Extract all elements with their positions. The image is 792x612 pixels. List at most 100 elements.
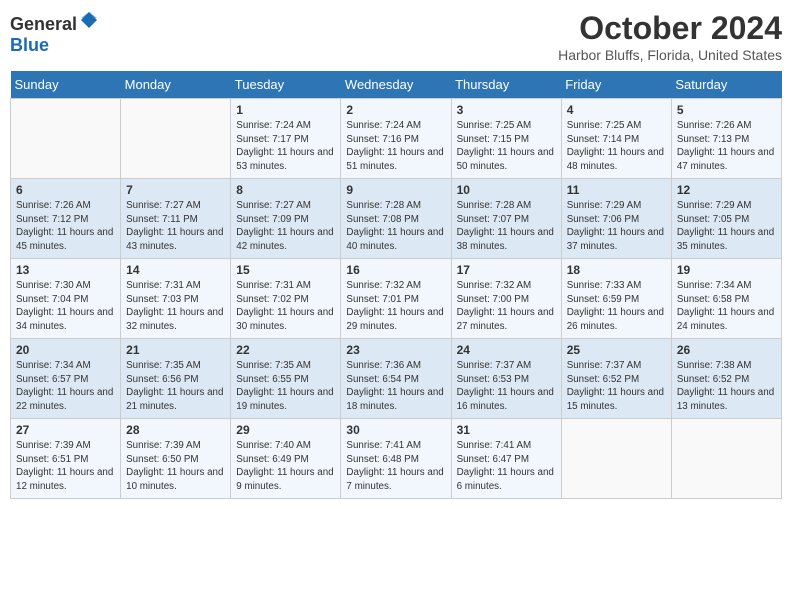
calendar-cell: 4 Sunrise: 7:25 AMSunset: 7:14 PMDaylight… bbox=[561, 99, 671, 179]
day-number: 1 bbox=[236, 103, 335, 117]
calendar-cell: 9 Sunrise: 7:28 AMSunset: 7:08 PMDaylight… bbox=[341, 179, 451, 259]
calendar-cell bbox=[121, 99, 231, 179]
calendar-cell: 10 Sunrise: 7:28 AMSunset: 7:07 PMDayligh… bbox=[451, 179, 561, 259]
day-header-monday: Monday bbox=[121, 71, 231, 99]
calendar-cell: 7 Sunrise: 7:27 AMSunset: 7:11 PMDaylight… bbox=[121, 179, 231, 259]
day-info: Sunrise: 7:31 AMSunset: 7:02 PMDaylight:… bbox=[236, 279, 335, 334]
day-info: Sunrise: 7:41 AMSunset: 6:47 PMDaylight:… bbox=[457, 439, 556, 494]
calendar-cell: 15 Sunrise: 7:31 AMSunset: 7:02 PMDayligh… bbox=[231, 259, 341, 339]
day-number: 26 bbox=[677, 343, 776, 357]
calendar-cell bbox=[11, 99, 121, 179]
calendar-week-row: 27 Sunrise: 7:39 AMSunset: 6:51 PMDayligh… bbox=[11, 419, 782, 499]
day-number: 12 bbox=[677, 183, 776, 197]
day-number: 8 bbox=[236, 183, 335, 197]
calendar-cell bbox=[671, 419, 781, 499]
day-number: 21 bbox=[126, 343, 225, 357]
day-number: 4 bbox=[567, 103, 666, 117]
calendar-cell: 31Sunrise: 7:41 AMSunset: 6:47 PMDayligh… bbox=[451, 419, 561, 499]
day-header-wednesday: Wednesday bbox=[341, 71, 451, 99]
day-number: 5 bbox=[677, 103, 776, 117]
day-header-saturday: Saturday bbox=[671, 71, 781, 99]
day-number: 9 bbox=[346, 183, 445, 197]
day-info: Sunrise: 7:26 AMSunset: 7:13 PMDaylight:… bbox=[677, 119, 776, 174]
calendar-header: SundayMondayTuesdayWednesdayThursdayFrid… bbox=[11, 71, 782, 99]
calendar-week-row: 6 Sunrise: 7:26 AMSunset: 7:12 PMDaylight… bbox=[11, 179, 782, 259]
day-number: 29 bbox=[236, 423, 335, 437]
calendar-cell: 8 Sunrise: 7:27 AMSunset: 7:09 PMDaylight… bbox=[231, 179, 341, 259]
calendar-cell: 2Sunrise: 7:24 AMSunset: 7:16 PMDaylight… bbox=[341, 99, 451, 179]
calendar-cell: 20Sunrise: 7:34 AMSunset: 6:57 PMDayligh… bbox=[11, 339, 121, 419]
day-info: Sunrise: 7:26 AMSunset: 7:12 PMDaylight:… bbox=[16, 199, 115, 254]
calendar-cell: 30 Sunrise: 7:41 AMSunset: 6:48 PMDayligh… bbox=[341, 419, 451, 499]
day-info: Sunrise: 7:24 AMSunset: 7:17 PMDaylight:… bbox=[236, 119, 335, 174]
day-number: 13 bbox=[16, 263, 115, 277]
page-header: General Blue October 2024 Harbor Bluffs,… bbox=[10, 10, 782, 63]
day-info: Sunrise: 7:30 AMSunset: 7:04 PMDaylight:… bbox=[16, 279, 115, 334]
day-info: Sunrise: 7:28 AMSunset: 7:08 PMDaylight:… bbox=[346, 199, 445, 254]
day-info: Sunrise: 7:25 AMSunset: 7:14 PMDaylight:… bbox=[567, 119, 666, 174]
day-number: 6 bbox=[16, 183, 115, 197]
logo-blue-text: Blue bbox=[10, 35, 49, 55]
day-info: Sunrise: 7:35 AMSunset: 6:55 PMDaylight:… bbox=[236, 359, 335, 414]
day-number: 24 bbox=[457, 343, 556, 357]
day-info: Sunrise: 7:33 AMSunset: 6:59 PMDaylight:… bbox=[567, 279, 666, 334]
day-number: 27 bbox=[16, 423, 115, 437]
calendar-cell: 27 Sunrise: 7:39 AMSunset: 6:51 PMDayligh… bbox=[11, 419, 121, 499]
day-info: Sunrise: 7:39 AMSunset: 6:51 PMDaylight:… bbox=[16, 439, 115, 494]
calendar-cell: 6 Sunrise: 7:26 AMSunset: 7:12 PMDaylight… bbox=[11, 179, 121, 259]
calendar-cell: 28Sunrise: 7:39 AMSunset: 6:50 PMDayligh… bbox=[121, 419, 231, 499]
calendar-cell: 25Sunrise: 7:37 AMSunset: 6:52 PMDayligh… bbox=[561, 339, 671, 419]
calendar-cell: 16Sunrise: 7:32 AMSunset: 7:01 PMDayligh… bbox=[341, 259, 451, 339]
calendar-cell: 11Sunrise: 7:29 AMSunset: 7:06 PMDayligh… bbox=[561, 179, 671, 259]
day-info: Sunrise: 7:28 AMSunset: 7:07 PMDaylight:… bbox=[457, 199, 556, 254]
day-number: 18 bbox=[567, 263, 666, 277]
logo-general-text: General bbox=[10, 14, 77, 34]
day-number: 22 bbox=[236, 343, 335, 357]
logo: General Blue bbox=[10, 10, 99, 56]
calendar-cell: 18 Sunrise: 7:33 AMSunset: 6:59 PMDayligh… bbox=[561, 259, 671, 339]
day-info: Sunrise: 7:40 AMSunset: 6:49 PMDaylight:… bbox=[236, 439, 335, 494]
calendar-cell: 17 Sunrise: 7:32 AMSunset: 7:00 PMDayligh… bbox=[451, 259, 561, 339]
day-number: 15 bbox=[236, 263, 335, 277]
day-number: 30 bbox=[346, 423, 445, 437]
day-number: 7 bbox=[126, 183, 225, 197]
day-info: Sunrise: 7:25 AMSunset: 7:15 PMDaylight:… bbox=[457, 119, 556, 174]
day-header-sunday: Sunday bbox=[11, 71, 121, 99]
day-number: 23 bbox=[346, 343, 445, 357]
day-header-friday: Friday bbox=[561, 71, 671, 99]
day-info: Sunrise: 7:36 AMSunset: 6:54 PMDaylight:… bbox=[346, 359, 445, 414]
day-number: 16 bbox=[346, 263, 445, 277]
day-info: Sunrise: 7:27 AMSunset: 7:11 PMDaylight:… bbox=[126, 199, 225, 254]
calendar-cell: 19Sunrise: 7:34 AMSunset: 6:58 PMDayligh… bbox=[671, 259, 781, 339]
calendar-cell: 12Sunrise: 7:29 AMSunset: 7:05 PMDayligh… bbox=[671, 179, 781, 259]
day-info: Sunrise: 7:37 AMSunset: 6:52 PMDaylight:… bbox=[567, 359, 666, 414]
calendar-cell: 23 Sunrise: 7:36 AMSunset: 6:54 PMDayligh… bbox=[341, 339, 451, 419]
day-info: Sunrise: 7:39 AMSunset: 6:50 PMDaylight:… bbox=[126, 439, 225, 494]
day-number: 11 bbox=[567, 183, 666, 197]
calendar-cell: 22 Sunrise: 7:35 AMSunset: 6:55 PMDayligh… bbox=[231, 339, 341, 419]
day-info: Sunrise: 7:41 AMSunset: 6:48 PMDaylight:… bbox=[346, 439, 445, 494]
calendar-week-row: 13 Sunrise: 7:30 AMSunset: 7:04 PMDayligh… bbox=[11, 259, 782, 339]
calendar-cell: 13 Sunrise: 7:30 AMSunset: 7:04 PMDayligh… bbox=[11, 259, 121, 339]
day-number: 10 bbox=[457, 183, 556, 197]
day-number: 17 bbox=[457, 263, 556, 277]
calendar-week-row: 20Sunrise: 7:34 AMSunset: 6:57 PMDayligh… bbox=[11, 339, 782, 419]
month-title: October 2024 bbox=[558, 10, 782, 47]
day-info: Sunrise: 7:32 AMSunset: 7:00 PMDaylight:… bbox=[457, 279, 556, 334]
day-info: Sunrise: 7:24 AMSunset: 7:16 PMDaylight:… bbox=[346, 119, 445, 174]
calendar-cell: 1 Sunrise: 7:24 AMSunset: 7:17 PMDaylight… bbox=[231, 99, 341, 179]
day-info: Sunrise: 7:27 AMSunset: 7:09 PMDaylight:… bbox=[236, 199, 335, 254]
calendar-cell: 26 Sunrise: 7:38 AMSunset: 6:52 PMDayligh… bbox=[671, 339, 781, 419]
calendar-cell bbox=[561, 419, 671, 499]
location-text: Harbor Bluffs, Florida, United States bbox=[558, 47, 782, 63]
calendar-cell: 14Sunrise: 7:31 AMSunset: 7:03 PMDayligh… bbox=[121, 259, 231, 339]
day-info: Sunrise: 7:34 AMSunset: 6:57 PMDaylight:… bbox=[16, 359, 115, 414]
day-info: Sunrise: 7:37 AMSunset: 6:53 PMDaylight:… bbox=[457, 359, 556, 414]
title-area: October 2024 Harbor Bluffs, Florida, Uni… bbox=[558, 10, 782, 63]
calendar-cell: 5 Sunrise: 7:26 AMSunset: 7:13 PMDaylight… bbox=[671, 99, 781, 179]
day-info: Sunrise: 7:38 AMSunset: 6:52 PMDaylight:… bbox=[677, 359, 776, 414]
day-info: Sunrise: 7:31 AMSunset: 7:03 PMDaylight:… bbox=[126, 279, 225, 334]
calendar-table: SundayMondayTuesdayWednesdayThursdayFrid… bbox=[10, 71, 782, 499]
calendar-cell: 21Sunrise: 7:35 AMSunset: 6:56 PMDayligh… bbox=[121, 339, 231, 419]
day-number: 3 bbox=[457, 103, 556, 117]
